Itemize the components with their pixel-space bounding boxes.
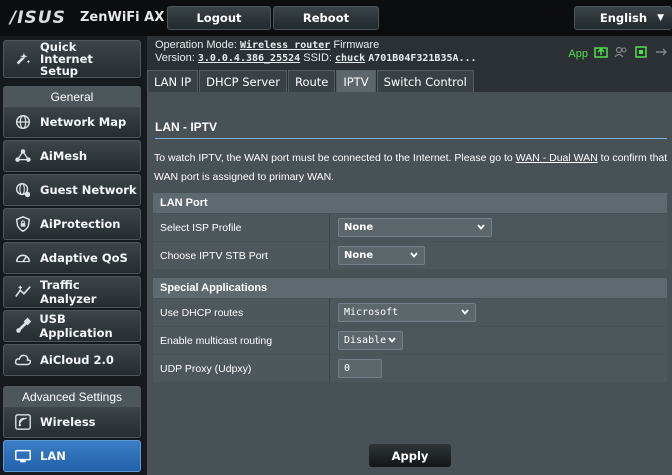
isp-profile-label: Select ISP Profile	[153, 214, 330, 241]
sidebar-item-label: USB Application	[39, 312, 113, 340]
tab-switch-control[interactable]: Switch Control	[376, 70, 474, 92]
status-info: Operation Mode: Wireless router Firmware…	[155, 39, 477, 65]
apply-button[interactable]: Apply	[369, 444, 451, 467]
content-area: LAN - IPTV To watch IPTV, the WAN port m…	[147, 92, 672, 475]
sidebar-item-lan[interactable]: LAN	[3, 440, 141, 472]
udp-proxy-input[interactable]: 0	[338, 359, 382, 378]
iptv-stb-port-select[interactable]: None	[338, 246, 425, 265]
model-name: ZenWiFi AX	[80, 10, 165, 25]
opmode-label: Operation Mode:	[155, 39, 237, 51]
tab-dhcp-server[interactable]: DHCP Server	[199, 70, 287, 92]
sidebar-item-label: AiMesh	[40, 149, 88, 163]
sidebar-item-label: Quick Internet Setup	[40, 40, 93, 78]
aiprotection-icon	[12, 214, 34, 234]
page-description: To watch IPTV, the WAN port must be conn…	[154, 149, 669, 187]
opmode-link[interactable]: Wireless router	[240, 40, 330, 51]
aicloud-icon	[12, 350, 34, 370]
firmware-version-link[interactable]: 3.0.0.4.386_25524	[198, 53, 300, 64]
multicast-routing-row: Enable multicast routing Disable	[153, 327, 667, 354]
special-applications-heading: Special Applications	[153, 278, 667, 298]
dhcp-routes-select[interactable]: Microsoft	[338, 303, 476, 322]
advanced-settings-heading: Advanced Settings	[3, 386, 141, 408]
lan-status-icon[interactable]	[654, 45, 668, 62]
internet-status-icon[interactable]	[594, 45, 608, 62]
sidebar-item-label: Network Map	[40, 115, 127, 129]
tab-iptv[interactable]: IPTV	[336, 70, 376, 92]
sidebar: Quick Internet Setup General Network Map…	[0, 36, 147, 475]
general-section-heading: General	[3, 86, 141, 108]
network-map-icon	[12, 112, 34, 132]
sidebar-item-network-map[interactable]: Network Map	[3, 106, 141, 138]
title-divider	[155, 138, 667, 139]
usb-status-icon[interactable]	[634, 45, 648, 62]
chevron-down-icon	[409, 250, 419, 263]
multicast-routing-select[interactable]: Disable	[338, 331, 403, 350]
tab-lan-ip[interactable]: LAN IP	[147, 70, 199, 92]
sidebar-item-label: Traffic Analyzer	[39, 278, 97, 306]
udp-proxy-row: UDP Proxy (Udpxy) 0	[153, 355, 667, 382]
app-label[interactable]: App	[568, 48, 588, 60]
language-label: English	[599, 11, 648, 25]
traffic-analyzer-icon	[12, 282, 34, 302]
multicast-routing-value: Disable	[344, 335, 387, 346]
sidebar-item-label: LAN	[40, 449, 66, 463]
sidebar-item-aicloud[interactable]: AiCloud 2.0	[3, 344, 141, 376]
sidebar-item-label: Adaptive QoS	[40, 251, 128, 265]
language-select[interactable]: English ▼	[574, 6, 672, 30]
wan-dual-wan-link[interactable]: WAN - Dual WAN	[516, 152, 598, 164]
asus-logo: /ISUS	[10, 8, 66, 28]
main-panel: Operation Mode: Wireless router Firmware…	[147, 36, 672, 475]
dhcp-routes-value: Microsoft	[344, 307, 399, 318]
lan-icon	[12, 446, 34, 466]
sidebar-item-usb-application[interactable]: USB Application	[3, 310, 141, 342]
guest-network-icon	[12, 180, 34, 200]
logout-button[interactable]: Logout	[167, 6, 271, 30]
sidebar-item-aimesh[interactable]: AiMesh	[3, 140, 141, 172]
reboot-button[interactable]: Reboot	[273, 6, 379, 30]
isp-profile-row: Select ISP Profile None	[153, 214, 667, 241]
lan-port-heading: LAN Port	[153, 193, 667, 213]
status-icons: App	[568, 45, 668, 62]
sidebar-item-wireless[interactable]: Wireless	[3, 406, 141, 438]
dhcp-routes-label: Use DHCP routes	[153, 299, 330, 326]
quick-setup-icon	[12, 49, 34, 69]
sidebar-item-quick-internet-setup[interactable]: Quick Internet Setup	[3, 40, 141, 78]
isp-profile-select[interactable]: None	[338, 218, 492, 237]
ssid-label: SSID:	[303, 52, 332, 64]
adaptive-qos-icon	[12, 248, 34, 268]
ssid-link[interactable]: chuck	[335, 53, 365, 64]
sidebar-item-adaptive-qos[interactable]: Adaptive QoS	[3, 242, 141, 274]
user-status-icon[interactable]	[614, 45, 628, 62]
page-title: LAN - IPTV	[155, 120, 217, 134]
sidebar-item-label: Guest Network	[40, 183, 137, 197]
iptv-stb-port-value: None	[344, 250, 374, 261]
iptv-stb-port-row: Choose IPTV STB Port None	[153, 242, 667, 269]
sidebar-item-guest-network[interactable]: Guest Network	[3, 174, 141, 206]
chevron-down-icon	[460, 307, 470, 320]
tab-route[interactable]: Route	[287, 70, 336, 92]
dhcp-routes-row: Use DHCP routes Microsoft	[153, 299, 667, 326]
sidebar-item-label: AiProtection	[40, 217, 121, 231]
chevron-down-icon	[476, 222, 486, 235]
isp-profile-value: None	[344, 222, 374, 233]
sidebar-item-label: AiCloud 2.0	[40, 353, 114, 367]
sidebar-item-aiprotection[interactable]: AiProtection	[3, 208, 141, 240]
tab-bar: LAN IP DHCP Server Route IPTV Switch Con…	[147, 70, 475, 92]
sidebar-item-traffic-analyzer[interactable]: Traffic Analyzer	[3, 276, 141, 308]
firmware-label: Firmware	[333, 39, 380, 51]
multicast-routing-label: Enable multicast routing	[153, 327, 330, 354]
aimesh-icon	[12, 146, 34, 166]
top-bar: /ISUS ZenWiFi AX Logout Reboot English ▼	[0, 0, 672, 36]
sidebar-item-label: Wireless	[40, 415, 96, 429]
chevron-down-icon	[387, 335, 397, 348]
ssid-extra: A701B04F321B35A...	[368, 53, 477, 64]
iptv-stb-port-label: Choose IPTV STB Port	[153, 242, 330, 269]
description-text: To watch IPTV, the WAN port must be conn…	[154, 152, 516, 164]
usb-application-icon	[12, 316, 33, 336]
chevron-down-icon: ▼	[657, 13, 664, 23]
version-label: Version:	[155, 52, 195, 64]
wireless-icon	[12, 412, 34, 432]
udp-proxy-label: UDP Proxy (Udpxy)	[153, 355, 330, 382]
